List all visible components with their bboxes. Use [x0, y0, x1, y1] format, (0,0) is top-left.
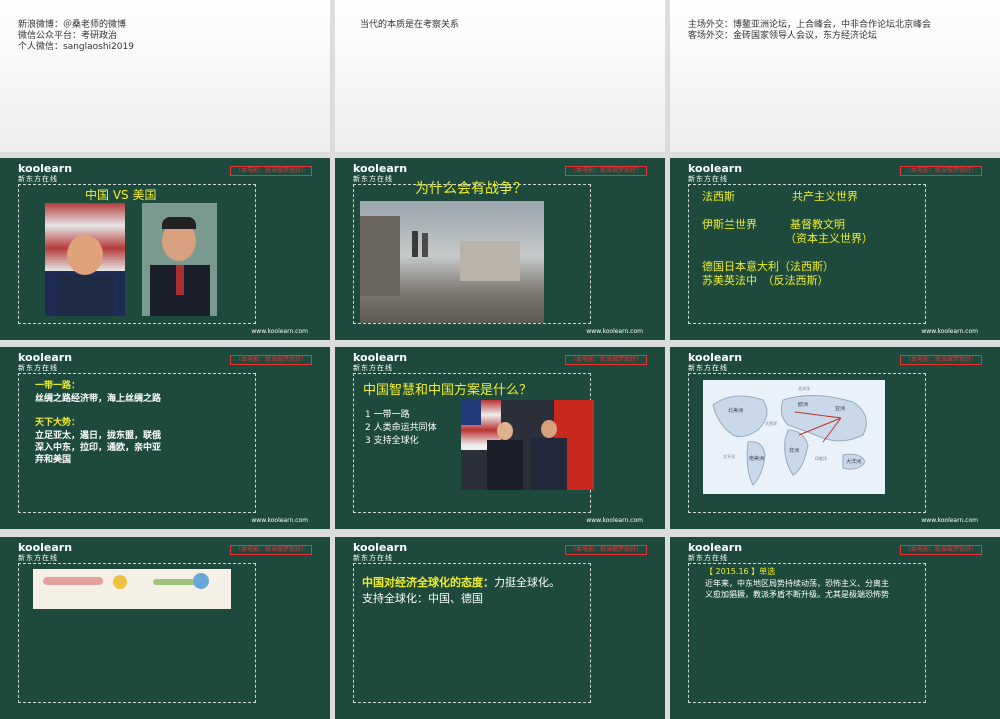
map-label-atlantic: 大西洋: [765, 420, 777, 426]
plan-item-1: 1 一带一路: [365, 410, 410, 420]
map-label-europe: 欧洲: [798, 401, 808, 408]
slide-tag: （本电影：就当做梦就好）: [229, 355, 312, 365]
slide-tag: （本电影：就当做梦就好）: [899, 166, 982, 176]
map-label-pacific: 太平洋: [723, 453, 735, 459]
site-url: www.koolearn.com: [586, 517, 643, 524]
globalization-attitude: 中国对经济全球化的态度：力挺全球化。: [362, 574, 560, 590]
slide-title: 中国智慧和中国方案是什么？: [363, 383, 533, 398]
koolearn-logo: koolearn 新东方在线: [353, 351, 408, 372]
belt-road-heading: 一带一路：: [35, 381, 81, 391]
slide-mindmap[interactable]: koolearn 新东方在线 （本电影：就当做梦就好）: [0, 537, 330, 719]
content-frame: [688, 184, 926, 324]
allied-powers: 苏美英法中 （反法西斯）: [702, 274, 829, 287]
slide-tag: （本电影：就当做梦就好）: [564, 545, 647, 555]
camp-islam: 伊斯兰世界: [702, 218, 757, 231]
globalization-supporters: 支持全球化：中国、德国: [362, 592, 483, 605]
slide-tag: （本电影：就当做梦就好）: [899, 355, 982, 365]
away-diplomacy: 客场外交：金砖国家领导人会议，东方经济论坛: [688, 31, 878, 41]
slide-contact[interactable]: 新浪微博：＠桑老师的微博 微信公众平台：考研政治 个人微信：sanglaoshi…: [0, 0, 330, 152]
plan-item-2: 2 人类命运共同体: [365, 423, 437, 433]
war-ruins-photo: [360, 201, 544, 323]
world-trend-line-3: 弃和美国: [35, 455, 72, 465]
slide-essence[interactable]: 当代的本质是在考察关系: [335, 0, 665, 152]
slide-belt-road[interactable]: koolearn 新东方在线 （本电影：就当做梦就好） 一带一路： 丝绸之路经济带…: [0, 347, 330, 529]
slide-china-vs-us[interactable]: koolearn 新东方在线 （本电影：就当做梦就好） 中国 VS 美国 www.…: [0, 158, 330, 340]
slide-diplomacy[interactable]: 主场外交：博鳌亚洲论坛，上合峰会，中非合作论坛北京峰会 客场外交：金砖国家领导人…: [670, 0, 1000, 152]
mindmap-image: [33, 569, 231, 609]
slide-world-camps[interactable]: koolearn 新东方在线 （本电影：就当做梦就好） 法西斯 共产主义世界 伊斯…: [670, 158, 1000, 340]
koolearn-logo: koolearn 新东方在线: [688, 541, 743, 562]
koolearn-logo: koolearn 新东方在线: [18, 162, 73, 183]
slide-exam-question[interactable]: koolearn 新东方在线 （本电影：就当做梦就好） 【 2015.16 】单选…: [670, 537, 1000, 719]
exam-line-2: 义愈加猖獗，教派矛盾不断升级。尤其是极端恐怖势: [705, 590, 889, 599]
camp-fascism: 法西斯: [702, 190, 735, 203]
slide-tag: （本电影：就当做梦就好）: [229, 545, 312, 555]
camp-capitalism: （资本主义世界）: [785, 232, 873, 245]
koolearn-logo: koolearn 新东方在线: [353, 162, 408, 183]
contact-wechat-platform: 微信公众平台：考研政治: [18, 31, 118, 41]
slide-tag: （本电影：就当做梦就好）: [564, 355, 647, 365]
map-label-asia: 亚洲: [835, 406, 845, 412]
exam-tag: 【 2015.16 】单选: [705, 567, 776, 576]
map-label-arctic: 北冰洋: [798, 385, 810, 391]
trump-photo: [45, 203, 125, 316]
site-url: www.koolearn.com: [251, 328, 308, 335]
site-url: www.koolearn.com: [586, 328, 643, 335]
belt-road-map: 北美洲 欧洲 亚洲 非洲 南美洲 大洋洲 北冰洋 大西洋 太平洋 印度洋: [703, 380, 885, 494]
map-label-south-america: 南美洲: [749, 455, 764, 462]
map-label-africa: 非洲: [789, 447, 799, 454]
koolearn-logo: koolearn 新东方在线: [353, 541, 408, 562]
plan-item-3: 3 支持全球化: [365, 436, 419, 446]
map-label-indian: 印度洋: [815, 455, 827, 461]
slide-tag: （本电影：就当做梦就好）: [229, 166, 312, 176]
globalization-attitude-value: 力挺全球化。: [494, 576, 560, 589]
slide-world-map[interactable]: koolearn 新东方在线 （本电影：就当做梦就好） 北美洲 欧洲 亚洲 非洲 …: [670, 347, 1000, 529]
belt-road-text: 丝绸之路经济带，海上丝绸之路: [35, 394, 162, 404]
home-diplomacy: 主场外交：博鳌亚洲论坛，上合峰会，中非合作论坛北京峰会: [688, 20, 932, 30]
xi-photo: [142, 203, 217, 316]
world-trend-heading: 天下大势：: [35, 418, 81, 428]
leaders-handshake-photo: [461, 400, 594, 490]
slide-globalization[interactable]: koolearn 新东方在线 （本电影：就当做梦就好） 中国对经济全球化的态度：力…: [335, 537, 665, 719]
essence-text: 当代的本质是在考察关系: [360, 20, 460, 30]
map-label-north-america: 北美洲: [728, 407, 743, 414]
slide-grid: 新浪微博：＠桑老师的微博 微信公众平台：考研政治 个人微信：sanglaoshi…: [0, 0, 1000, 719]
contact-wechat-personal: 个人微信：sanglaoshi2019: [18, 42, 134, 52]
slide-title: 为什么会有战争？: [415, 181, 527, 197]
globalization-attitude-label: 中国对经济全球化的态度：: [362, 576, 494, 589]
map-label-oceania: 大洋洲: [846, 458, 861, 465]
exam-line-1: 近年来，中东地区局势持续动荡，恐怖主义、分离主: [705, 579, 889, 588]
slide-china-plan[interactable]: koolearn 新东方在线 （本电影：就当做梦就好） 中国智慧和中国方案是什么？…: [335, 347, 665, 529]
contact-weibo: 新浪微博：＠桑老师的微博: [18, 20, 127, 30]
koolearn-logo: koolearn 新东方在线: [688, 351, 743, 372]
slide-title: 中国 VS 美国: [85, 188, 157, 202]
site-url: www.koolearn.com: [251, 517, 308, 524]
koolearn-logo: koolearn 新东方在线: [18, 351, 73, 372]
slide-tag: （本电影：就当做梦就好）: [564, 166, 647, 176]
slide-why-war[interactable]: koolearn 新东方在线 （本电影：就当做梦就好） 为什么会有战争？ www.…: [335, 158, 665, 340]
site-url: www.koolearn.com: [921, 328, 978, 335]
slide-tag: （本电影：就当做梦就好）: [899, 545, 982, 555]
camp-communism: 共产主义世界: [792, 190, 858, 203]
koolearn-logo: koolearn 新东方在线: [18, 541, 73, 562]
koolearn-logo: koolearn 新东方在线: [688, 162, 743, 183]
site-url: www.koolearn.com: [921, 517, 978, 524]
